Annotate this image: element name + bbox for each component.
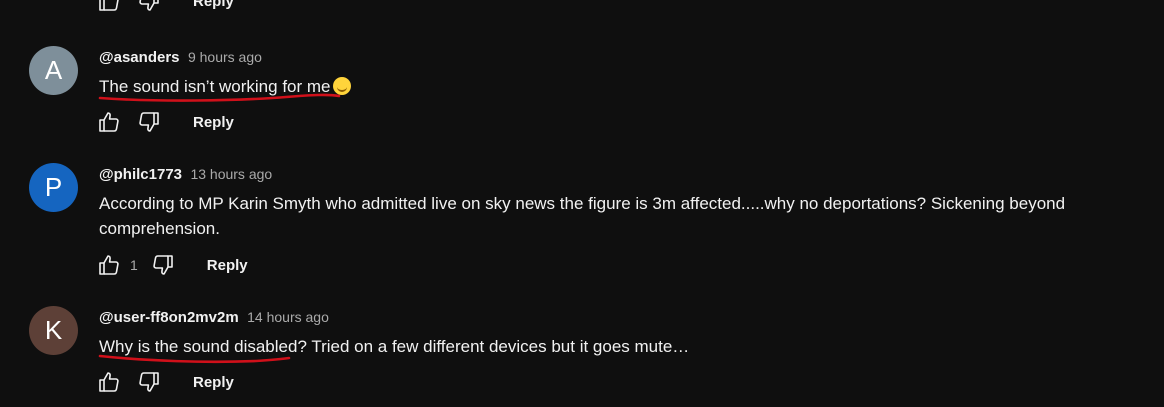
like-icon[interactable] [96, 0, 122, 14]
comment-header: @asanders 9 hours ago [99, 48, 262, 67]
like-icon[interactable] [96, 109, 122, 135]
comment-timestamp[interactable]: 13 hours ago [190, 166, 272, 182]
reply-button[interactable]: Reply [193, 374, 234, 391]
comment-timestamp[interactable]: 14 hours ago [247, 309, 329, 325]
reply-button[interactable]: Reply [193, 0, 234, 10]
comment-action-bar: Reply [96, 369, 234, 395]
dislike-icon[interactable] [150, 252, 176, 278]
avatar[interactable]: K [29, 306, 78, 355]
comment-header: @philc1773 13 hours ago [99, 165, 272, 184]
dislike-icon[interactable] [136, 0, 162, 14]
dislike-icon[interactable] [136, 109, 162, 135]
avatar-letter: A [44, 55, 63, 85]
previous-comment-actions: Reply [0, 0, 1164, 16]
like-count: 1 [130, 257, 138, 273]
red-underline-annotation [98, 93, 341, 102]
avatar[interactable]: P [29, 163, 78, 212]
reply-button[interactable]: Reply [193, 114, 234, 131]
comment-header: @user-ff8on2mv2m 14 hours ago [99, 308, 329, 327]
avatar[interactable]: A [29, 46, 78, 95]
avatar-letter: K [44, 315, 63, 345]
comment-timestamp[interactable]: 9 hours ago [188, 49, 262, 65]
author-handle[interactable]: @asanders [99, 49, 180, 66]
like-icon[interactable] [96, 369, 122, 395]
comment-text: According to MP Karin Smyth who admitted… [99, 194, 1066, 238]
reply-button[interactable]: Reply [207, 257, 248, 274]
comment-action-bar: 1 Reply [96, 252, 248, 278]
dislike-icon[interactable] [136, 369, 162, 395]
author-handle[interactable]: @philc1773 [99, 166, 182, 183]
like-icon[interactable] [96, 252, 122, 278]
comment-action-bar: Reply [96, 109, 234, 135]
comment-action-bar: Reply [96, 0, 234, 14]
author-handle[interactable]: @user-ff8on2mv2m [99, 309, 239, 326]
avatar-letter: P [44, 172, 63, 202]
red-underline-annotation [98, 354, 291, 364]
